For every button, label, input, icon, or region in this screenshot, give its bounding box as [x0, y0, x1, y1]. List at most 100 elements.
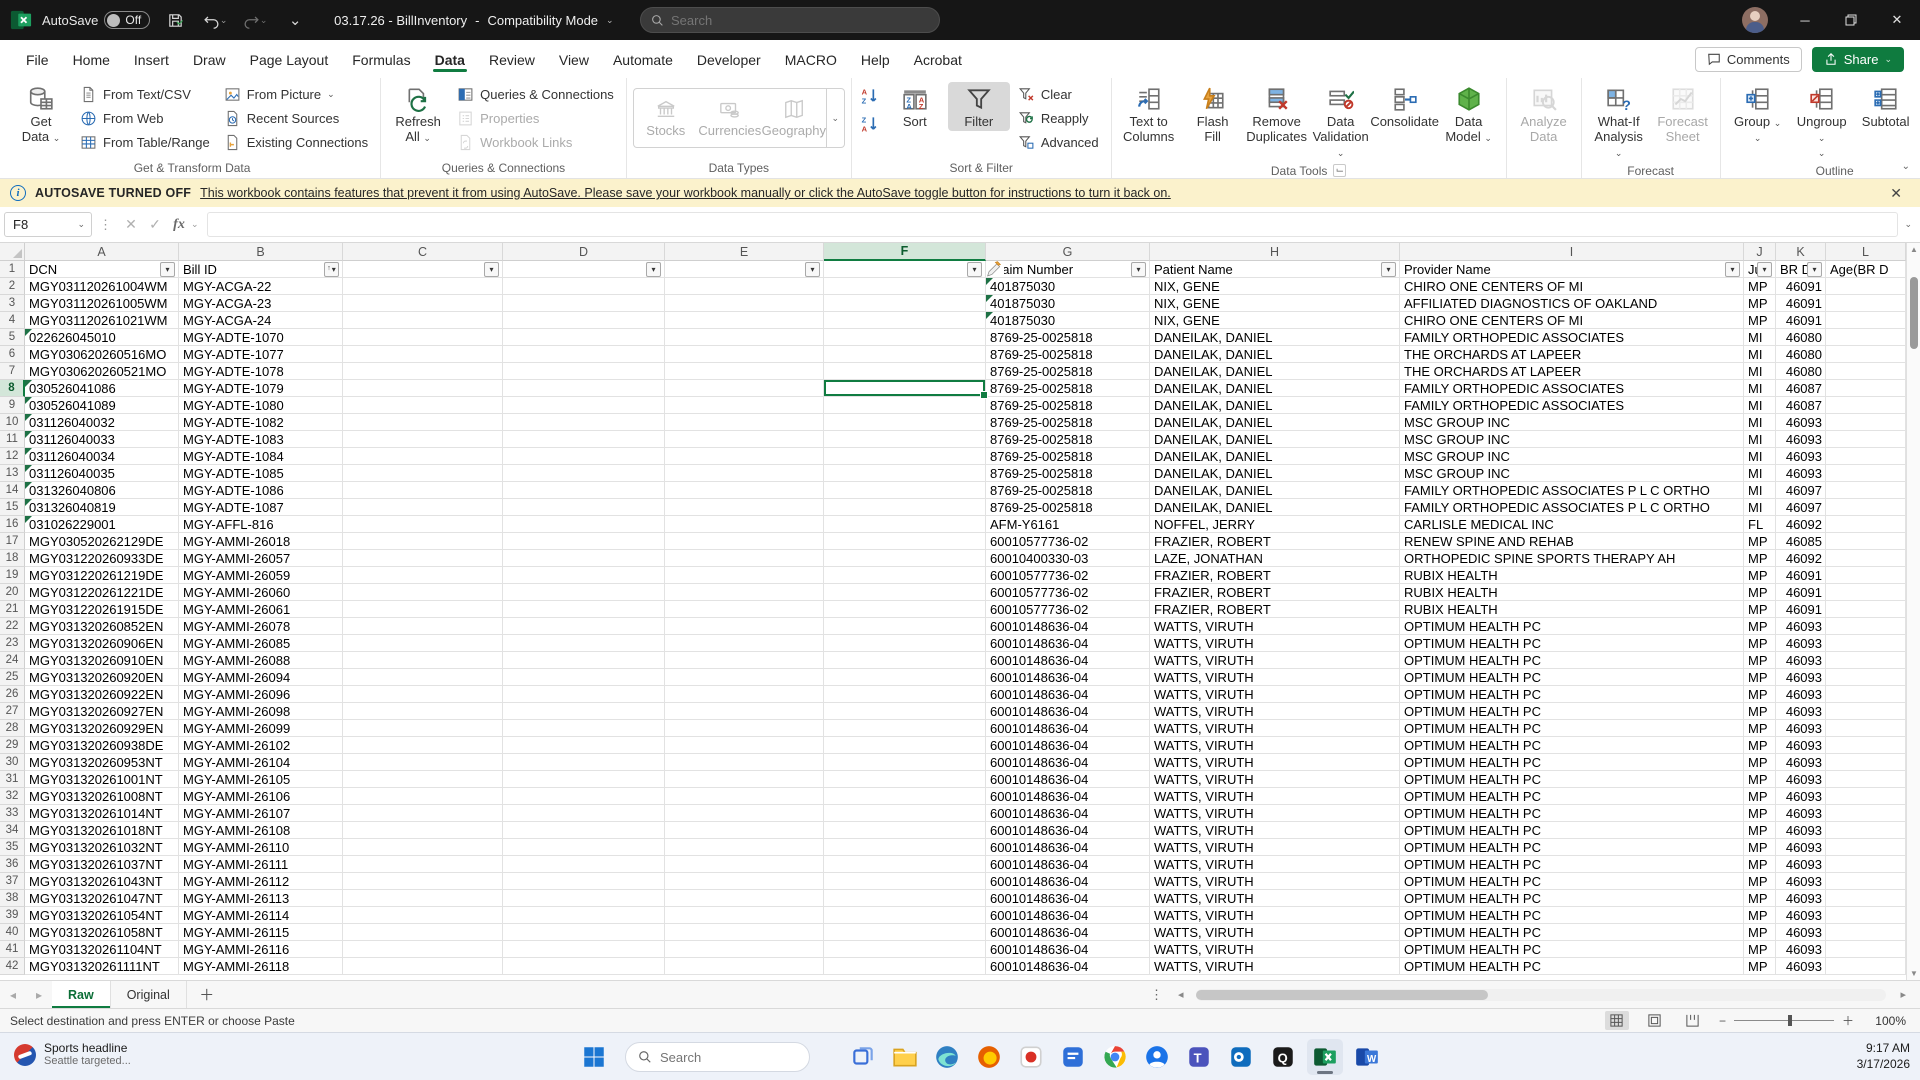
cell-C9[interactable]	[343, 397, 503, 414]
existing-connections-button[interactable]: Existing Connections	[218, 130, 374, 154]
cell-A31[interactable]: MGY031320261001NT	[25, 771, 179, 788]
cell-E5[interactable]	[665, 329, 824, 346]
restore-button[interactable]	[1828, 0, 1874, 40]
cell-G10[interactable]: 8769-25-0025818	[986, 414, 1150, 431]
filter-dropdown-C1[interactable]: ▾	[484, 262, 499, 277]
cell-J38[interactable]: MP	[1744, 890, 1776, 907]
vertical-scrollbar[interactable]: ▲ ▼	[1906, 243, 1920, 980]
cell-K17[interactable]: 46085	[1776, 533, 1826, 550]
ribbon-tab-formulas[interactable]: Formulas	[340, 44, 422, 74]
autosave-toggle[interactable]: Off	[104, 11, 150, 29]
cell-L25[interactable]	[1826, 669, 1906, 686]
cell-B36[interactable]: MGY-AMMI-26111	[179, 856, 343, 873]
cell-I25[interactable]: OPTIMUM HEALTH PC	[1400, 669, 1744, 686]
ribbon-tab-acrobat[interactable]: Acrobat	[902, 44, 974, 74]
row-header-20[interactable]: 20	[0, 584, 25, 601]
cell-G39[interactable]: 60010148636-04	[986, 907, 1150, 924]
cell-B25[interactable]: MGY-AMMI-26094	[179, 669, 343, 686]
cell-C18[interactable]	[343, 550, 503, 567]
cell-D35[interactable]	[503, 839, 665, 856]
horizontal-scrollbar[interactable]	[1196, 989, 1886, 1001]
cell-H25[interactable]: WATTS, VIRUTH	[1150, 669, 1400, 686]
cell-I38[interactable]: OPTIMUM HEALTH PC	[1400, 890, 1744, 907]
cell-K40[interactable]: 46093	[1776, 924, 1826, 941]
cell-G42[interactable]: 60010148636-04	[986, 958, 1150, 975]
cell-A8[interactable]: 030526041086	[25, 380, 179, 397]
cell-H41[interactable]: WATTS, VIRUTH	[1150, 941, 1400, 958]
user-avatar[interactable]	[1742, 7, 1768, 33]
row-header-37[interactable]: 37	[0, 873, 25, 890]
cell-F42[interactable]	[824, 958, 986, 975]
cell-C36[interactable]	[343, 856, 503, 873]
cell-D38[interactable]	[503, 890, 665, 907]
cell-G34[interactable]: 60010148636-04	[986, 822, 1150, 839]
cell-F15[interactable]	[824, 499, 986, 516]
cell-A12[interactable]: 031126040034	[25, 448, 179, 465]
cell-A17[interactable]: MGY030520262129DE	[25, 533, 179, 550]
cell-J28[interactable]: MP	[1744, 720, 1776, 737]
cell-A19[interactable]: MGY031220261219DE	[25, 567, 179, 584]
row-header-18[interactable]: 18	[0, 550, 25, 567]
cell-C20[interactable]	[343, 584, 503, 601]
from-table-range-button[interactable]: From Table/Range	[74, 130, 216, 154]
cell-E23[interactable]	[665, 635, 824, 652]
cell-J7[interactable]: MI	[1744, 363, 1776, 380]
cell-K15[interactable]: 46097	[1776, 499, 1826, 516]
cell-D5[interactable]	[503, 329, 665, 346]
cell-G22[interactable]: 60010148636-04	[986, 618, 1150, 635]
cell-L18[interactable]	[1826, 550, 1906, 567]
cell-K14[interactable]: 46097	[1776, 482, 1826, 499]
cell-E26[interactable]	[665, 686, 824, 703]
cell-A24[interactable]: MGY031320260910EN	[25, 652, 179, 669]
cell-G38[interactable]: 60010148636-04	[986, 890, 1150, 907]
cell-L30[interactable]	[1826, 754, 1906, 771]
cell-A6[interactable]: MGY030620260516MO	[25, 346, 179, 363]
from-picture-button[interactable]: From Picture⌄	[218, 82, 374, 106]
sheet-nav-left-icon[interactable]: ◂	[0, 988, 26, 1002]
cell-L17[interactable]	[1826, 533, 1906, 550]
cell-J39[interactable]: MP	[1744, 907, 1776, 924]
cell-L29[interactable]	[1826, 737, 1906, 754]
scroll-up-icon[interactable]: ▲	[1907, 245, 1920, 254]
cell-J29[interactable]: MP	[1744, 737, 1776, 754]
cell-D15[interactable]	[503, 499, 665, 516]
cell-E35[interactable]	[665, 839, 824, 856]
cell-I15[interactable]: FAMILY ORTHOPEDIC ASSOCIATES P L C ORTHO	[1400, 499, 1744, 516]
cell-K7[interactable]: 46080	[1776, 363, 1826, 380]
cell-A27[interactable]: MGY031320260927EN	[25, 703, 179, 720]
cell-L40[interactable]	[1826, 924, 1906, 941]
cell-D8[interactable]	[503, 380, 665, 397]
from-text-csv-button[interactable]: From Text/CSV	[74, 82, 216, 106]
cell-H38[interactable]: WATTS, VIRUTH	[1150, 890, 1400, 907]
cell-B34[interactable]: MGY-AMMI-26108	[179, 822, 343, 839]
cell-L28[interactable]	[1826, 720, 1906, 737]
cell-J11[interactable]: MI	[1744, 431, 1776, 448]
cell-J8[interactable]: MI	[1744, 380, 1776, 397]
header-cell-F1[interactable]: ▾	[824, 261, 986, 278]
row-header-26[interactable]: 26	[0, 686, 25, 703]
cell-G25[interactable]: 60010148636-04	[986, 669, 1150, 686]
cell-L7[interactable]	[1826, 363, 1906, 380]
cell-F6[interactable]	[824, 346, 986, 363]
cell-C22[interactable]	[343, 618, 503, 635]
cell-E41[interactable]	[665, 941, 824, 958]
start-button[interactable]	[576, 1039, 612, 1075]
row-header-29[interactable]: 29	[0, 737, 25, 754]
cell-I26[interactable]: OPTIMUM HEALTH PC	[1400, 686, 1744, 703]
cell-K39[interactable]: 46093	[1776, 907, 1826, 924]
cell-K38[interactable]: 46093	[1776, 890, 1826, 907]
cell-F7[interactable]	[824, 363, 986, 380]
column-header-C[interactable]: C	[343, 243, 503, 261]
row-header-15[interactable]: 15	[0, 499, 25, 516]
cell-H14[interactable]: DANEILAK, DANIEL	[1150, 482, 1400, 499]
cell-K6[interactable]: 46080	[1776, 346, 1826, 363]
cell-C28[interactable]	[343, 720, 503, 737]
cell-B8[interactable]: MGY-ADTE-1079	[179, 380, 343, 397]
cell-K30[interactable]: 46093	[1776, 754, 1826, 771]
cell-I8[interactable]: FAMILY ORTHOPEDIC ASSOCIATES	[1400, 380, 1744, 397]
cell-K21[interactable]: 46091	[1776, 601, 1826, 618]
normal-view-button[interactable]	[1605, 1011, 1629, 1030]
cell-I13[interactable]: MSC GROUP INC	[1400, 465, 1744, 482]
cell-J20[interactable]: MP	[1744, 584, 1776, 601]
currencies-button[interactable]: Currencies	[698, 89, 762, 147]
